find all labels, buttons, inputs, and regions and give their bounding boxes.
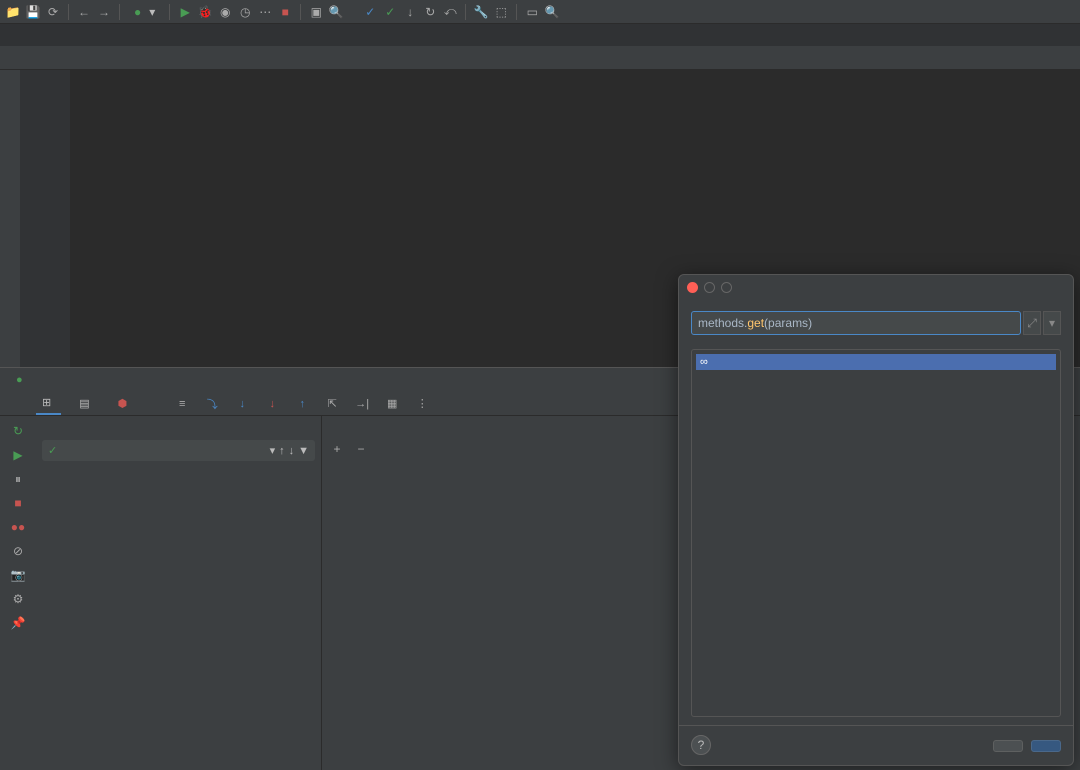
capture-icon[interactable]: 📷 [9,566,27,584]
debug-icon[interactable]: 🐞 [196,3,214,21]
frames-header [36,416,321,438]
step-out-icon[interactable]: ↑ [293,395,311,413]
trace-icon[interactable]: ⋮ [413,395,431,413]
frames-panel: ✓ ▾ ↑↓▼ [36,416,322,770]
structure-icon[interactable]: ⬚ [492,3,510,21]
run-to-cursor-icon[interactable]: →| [353,395,371,413]
step-over-icon[interactable]: ⤵ [203,395,221,413]
frames-list[interactable] [36,463,321,770]
close-button[interactable] [993,740,1023,752]
close-window-icon [687,282,698,293]
step-into-icon[interactable]: ↓ [233,395,251,413]
back-icon[interactable]: ← [75,3,93,21]
left-toolwindow-stripe [0,70,20,370]
minimize-window-icon [704,282,715,293]
expression-input[interactable]: methods.get(params) [691,311,1021,335]
attach-icon[interactable]: ⋯ [256,3,274,21]
mute-breakpoints-icon[interactable]: ⊘ [9,542,27,560]
editor-tabs [0,46,1080,70]
debug-sidebar: ↻ ▶ ⏸ ■ ●● ⊘ 📷 ⚙ 📌 [0,416,36,770]
git-push-icon[interactable]: ✓ [381,3,399,21]
breadcrumb[interactable] [0,24,1080,46]
expression-history-dropdown[interactable]: ▾ [1043,311,1061,335]
window-controls[interactable] [687,282,732,293]
settings-icon[interactable]: 🔧 [472,3,490,21]
result-row[interactable]: ∞ [696,354,1056,370]
main-toolbar: 📁 💾 ⟳ ← → ● ▾ ▶ 🐞 ◉ ◷ ⋯ ■ ▣ 🔍 ✓ ✓ ↓ ↻ ⤺ … [0,0,1080,24]
drop-frame-icon[interactable]: ⇱ [323,395,341,413]
help-button[interactable]: ? [691,735,711,755]
evaluate-expression-icon[interactable]: ▦ [383,395,401,413]
rerun-icon[interactable]: ↻ [9,422,27,440]
run-icon[interactable]: ▶ [176,3,194,21]
forward-icon[interactable]: → [95,3,113,21]
stop-icon[interactable]: ■ [276,3,294,21]
expression-expand-icon[interactable]: ⤢ [1023,311,1041,335]
maximize-window-icon [721,282,732,293]
editor-gutter[interactable] [20,70,70,367]
debug-settings-icon[interactable]: ⚙ [9,590,27,608]
pin-icon[interactable]: 📌 [9,614,27,632]
toolwindow-project[interactable] [0,70,20,78]
tab-console[interactable]: ▤ [73,393,99,414]
git-revert-icon[interactable]: ⤺ [441,3,459,21]
pause-icon[interactable]: ⏸ [9,470,27,488]
evaluate-button[interactable] [1031,740,1061,752]
find-icon[interactable]: 🔍 [327,3,345,21]
search-everywhere-icon[interactable]: 🔍 [543,3,561,21]
tab-endpoints[interactable]: ⬢ [112,393,138,414]
dialog-titlebar[interactable] [679,275,1073,299]
result-area[interactable]: ∞ [691,349,1061,717]
tab-debugger[interactable]: ⊞ [36,392,61,415]
view-breakpoints-icon[interactable]: ●● [9,518,27,536]
presentation-icon[interactable]: ▭ [523,3,541,21]
layout-icon[interactable]: ▣ [307,3,325,21]
resume-icon[interactable]: ▶ [9,446,27,464]
evaluate-dialog: methods.get(params) ⤢ ▾ ∞ ? [678,274,1074,766]
force-step-into-icon[interactable]: ↓ [263,395,281,413]
profile-icon[interactable]: ◷ [236,3,254,21]
coverage-icon[interactable]: ◉ [216,3,234,21]
stop-debug-icon[interactable]: ■ [9,494,27,512]
git-pull-icon[interactable]: ↓ [401,3,419,21]
thread-selector[interactable]: ✓ ▾ ↑↓▼ [42,440,315,461]
open-icon[interactable]: 📁 [4,3,22,21]
run-config-selector[interactable]: ● ▾ [126,5,163,19]
git-commit-icon[interactable]: ✓ [361,3,379,21]
git-history-icon[interactable]: ↻ [421,3,439,21]
toolwindow-structure[interactable] [0,82,20,90]
remove-watch-icon[interactable]: − [352,440,370,458]
save-icon[interactable]: 💾 [24,3,42,21]
show-execution-point-icon[interactable]: ≡ [173,395,191,413]
refresh-icon[interactable]: ⟳ [44,3,62,21]
new-watch-icon[interactable]: + [328,440,346,458]
